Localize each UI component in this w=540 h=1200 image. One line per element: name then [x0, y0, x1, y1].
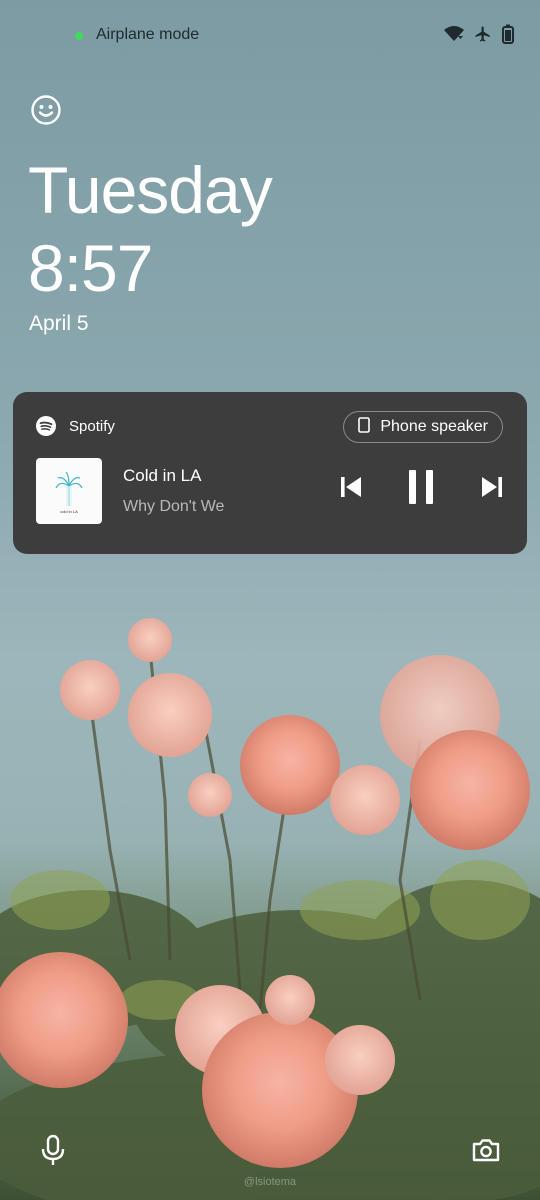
output-device-button[interactable]: Phone speaker: [343, 411, 503, 443]
phone-icon: [358, 416, 371, 438]
track-artist: Why Don't We: [123, 498, 225, 515]
airplane-icon: [474, 25, 492, 43]
media-app-name: Spotify: [69, 418, 115, 435]
wifi-icon: [444, 26, 464, 42]
output-device-label: Phone speaker: [380, 418, 488, 435]
pause-icon: [407, 469, 435, 510]
camera-icon: [471, 1137, 501, 1168]
media-player-card[interactable]: Spotify Phone speaker cold in LA Cold in…: [13, 392, 527, 554]
spotify-icon: [36, 416, 56, 436]
weekday-label: Tuesday: [28, 153, 273, 227]
battery-icon: [502, 24, 514, 44]
status-icons: [444, 24, 514, 44]
track-title: Cold in LA: [123, 466, 202, 485]
skip-previous-button[interactable]: [335, 472, 367, 506]
voice-assistant-button[interactable]: [35, 1134, 71, 1170]
status-bar: Airplane mode: [0, 0, 540, 72]
pause-button[interactable]: [403, 469, 439, 510]
status-dot: [75, 32, 83, 40]
clock-time: 8:57: [28, 231, 153, 305]
album-art-text: cold in LA: [60, 509, 78, 514]
skip-previous-icon: [340, 476, 362, 503]
skip-next-button[interactable]: [476, 472, 508, 506]
microphone-icon: [40, 1134, 66, 1171]
smiley-face-icon[interactable]: [30, 94, 62, 126]
album-art: cold in LA: [36, 458, 102, 524]
skip-next-icon: [481, 476, 503, 503]
camera-shortcut-button[interactable]: [468, 1134, 504, 1170]
date-label: April 5: [29, 312, 89, 335]
airplane-mode-label: Airplane mode: [96, 26, 200, 43]
wallpaper-watermark: @lsiotema: [243, 1176, 297, 1188]
